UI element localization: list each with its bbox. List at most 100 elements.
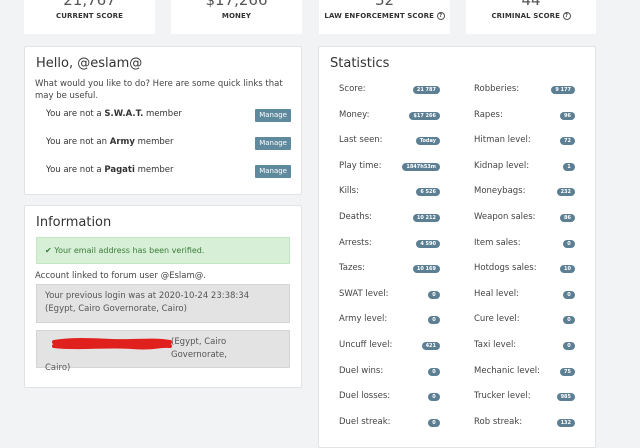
- current-login-box: (Egypt, Cairo Governorate, Cairo): [36, 330, 290, 373]
- stat-value-badge: 10: [560, 265, 575, 274]
- stat-value-badge: 0: [563, 239, 575, 248]
- stat-label: Kills:: [339, 186, 359, 197]
- info-icon[interactable]: ?: [436, 12, 445, 20]
- stat-value-badge: 96: [560, 111, 575, 120]
- manage-pagati-button[interactable]: Manage: [255, 165, 291, 178]
- army-membership-row: You are not an Army member Manage: [46, 136, 291, 152]
- money-value: $17,266: [205, 0, 268, 9]
- current-login-line2: Cairo): [45, 363, 71, 373]
- current-score-value: 21,767: [63, 0, 116, 9]
- stat-label: Rob streak:: [474, 416, 523, 427]
- stat-value-badge: 0: [428, 290, 440, 299]
- criminal-score-value: 44: [521, 0, 541, 9]
- pagati-name: Pagati: [104, 165, 135, 175]
- pagati-prefix: You are not a: [46, 165, 105, 175]
- stat-value-badge: 6 526: [416, 188, 440, 197]
- stat-label: Deaths:: [339, 212, 372, 222]
- stat-value-badge: 421: [421, 342, 440, 350]
- stat-label: Money:: [339, 109, 370, 120]
- hello-title: Hello, @eslam@: [36, 56, 143, 71]
- stat-label: Duel streak:: [339, 416, 391, 427]
- stat-value-badge: 0: [428, 367, 440, 376]
- info-icon[interactable]: ?: [562, 12, 571, 20]
- stat-label: Hotdogs sales:: [474, 263, 537, 274]
- stat-label: Rapes:: [474, 109, 503, 120]
- money-card: $17,266 MONEY: [171, 0, 302, 34]
- stat-label: Tazes:: [339, 263, 365, 274]
- current-score-card: 21,767 CURRENT SCORE: [24, 0, 155, 34]
- manage-army-button[interactable]: Manage: [255, 137, 291, 150]
- manage-swat-button[interactable]: Manage: [255, 109, 291, 122]
- criminal-score-label: CRIMINAL SCORE: [491, 12, 561, 20]
- stat-value-badge: 0: [563, 342, 575, 350]
- stat-value-badge: 985: [556, 393, 575, 402]
- army-membership-text: You are not an Army member: [46, 137, 174, 147]
- stat-value-badge: 0: [428, 393, 440, 402]
- stat-label: Score:: [339, 84, 366, 94]
- stat-value-badge: 72: [560, 137, 575, 146]
- stat-label: Heal level:: [474, 288, 519, 299]
- stat-label: Army level:: [339, 314, 388, 325]
- stat-value-badge: 0: [563, 290, 575, 299]
- swat-name: S.W.A.T.: [104, 109, 144, 119]
- stat-value-badge: 4 590: [416, 239, 440, 248]
- email-verified-alert: ✔ Your email address has been verified.: [36, 237, 290, 264]
- stat-value-badge: 1: [563, 162, 575, 171]
- swat-suffix: member: [143, 109, 182, 119]
- stat-label: Robberies:: [474, 84, 520, 94]
- stat-value-badge: 9 177: [551, 86, 575, 94]
- information-title: Information: [36, 215, 112, 230]
- swat-prefix: You are not a: [46, 109, 105, 119]
- email-verified-text: Your email address has been verified.: [54, 246, 205, 255]
- stat-label: Moneybags:: [474, 186, 526, 197]
- stat-value-badge: 75: [560, 367, 575, 376]
- statistics-panel: Statistics Score: 21 787 Money: $17 266 Last…: [318, 46, 596, 448]
- hello-panel: Hello, @eslam@ What would you like to do…: [24, 46, 302, 195]
- previous-login-box: Your previous login was at 2020-10-24 23…: [36, 284, 290, 323]
- pagati-suffix: member: [134, 165, 174, 175]
- stat-label: Mechanic level:: [474, 365, 541, 376]
- stat-value-badge: 21 787: [412, 86, 440, 94]
- law-enforcement-score-label: LAW ENFORCEMENT SCORE: [324, 12, 435, 20]
- army-name: Army: [109, 137, 135, 147]
- redaction-scribble: [52, 338, 172, 350]
- stat-label: Arrests:: [339, 237, 372, 248]
- stat-value-badge: 0: [428, 316, 440, 325]
- pagati-membership-text: You are not a Pagati member: [46, 165, 174, 175]
- swat-membership-row: You are not a S.W.A.T. member Manage: [46, 108, 291, 124]
- stat-label: Taxi level:: [474, 340, 517, 350]
- stat-value-badge: 86: [560, 214, 575, 222]
- money-label: MONEY: [221, 12, 252, 20]
- stat-label: Hitman level:: [474, 135, 531, 146]
- army-suffix: member: [134, 137, 174, 147]
- law-enforcement-score-value: 32: [374, 0, 395, 9]
- law-enforcement-score-card: 32 LAW ENFORCEMENT SCORE ?: [319, 0, 450, 34]
- criminal-score-card: 44 CRIMINAL SCORE ?: [466, 0, 596, 34]
- stat-label: Play time:: [339, 160, 382, 171]
- stat-value-badge: 232: [556, 188, 575, 197]
- stat-value-badge: Today: [415, 137, 440, 146]
- stat-value-badge: 0: [563, 316, 575, 325]
- law-enforcement-score-label-row: LAW ENFORCEMENT SCORE ?: [319, 12, 450, 20]
- stat-value-badge: $17 266: [409, 111, 440, 120]
- stat-label: SWAT level:: [339, 288, 389, 299]
- army-prefix: You are not an: [46, 137, 110, 147]
- stat-value-badge: 1847h53m: [402, 162, 440, 171]
- stat-value-badge: 10 212: [412, 214, 440, 222]
- stat-label: Duel wins:: [339, 365, 384, 376]
- hello-intro: What would you like to do? Here are some…: [35, 79, 283, 101]
- stat-label: Uncuff level:: [339, 340, 393, 350]
- previous-login-text: Your previous login was at 2020-10-24 23…: [45, 291, 250, 314]
- stat-label: Last seen:: [339, 135, 383, 146]
- check-circle-icon: ✔: [45, 246, 52, 255]
- stat-label: Trucker level:: [474, 391, 531, 402]
- stat-label: Duel losses:: [339, 391, 391, 402]
- pagati-membership-row: You are not a Pagati member Manage: [46, 164, 291, 180]
- forum-link-text: Account linked to forum user @Eslam@.: [35, 271, 206, 281]
- stat-label: Kidnap level:: [474, 160, 530, 171]
- top-stats-bar: 21,767 CURRENT SCORE $17,266 MONEY 32 LA…: [0, 0, 640, 34]
- swat-membership-text: You are not a S.W.A.T. member: [46, 109, 182, 119]
- stat-label: Cure level:: [474, 314, 520, 325]
- stat-label: Weapon sales:: [474, 212, 536, 222]
- stat-label: Item sales:: [474, 237, 521, 248]
